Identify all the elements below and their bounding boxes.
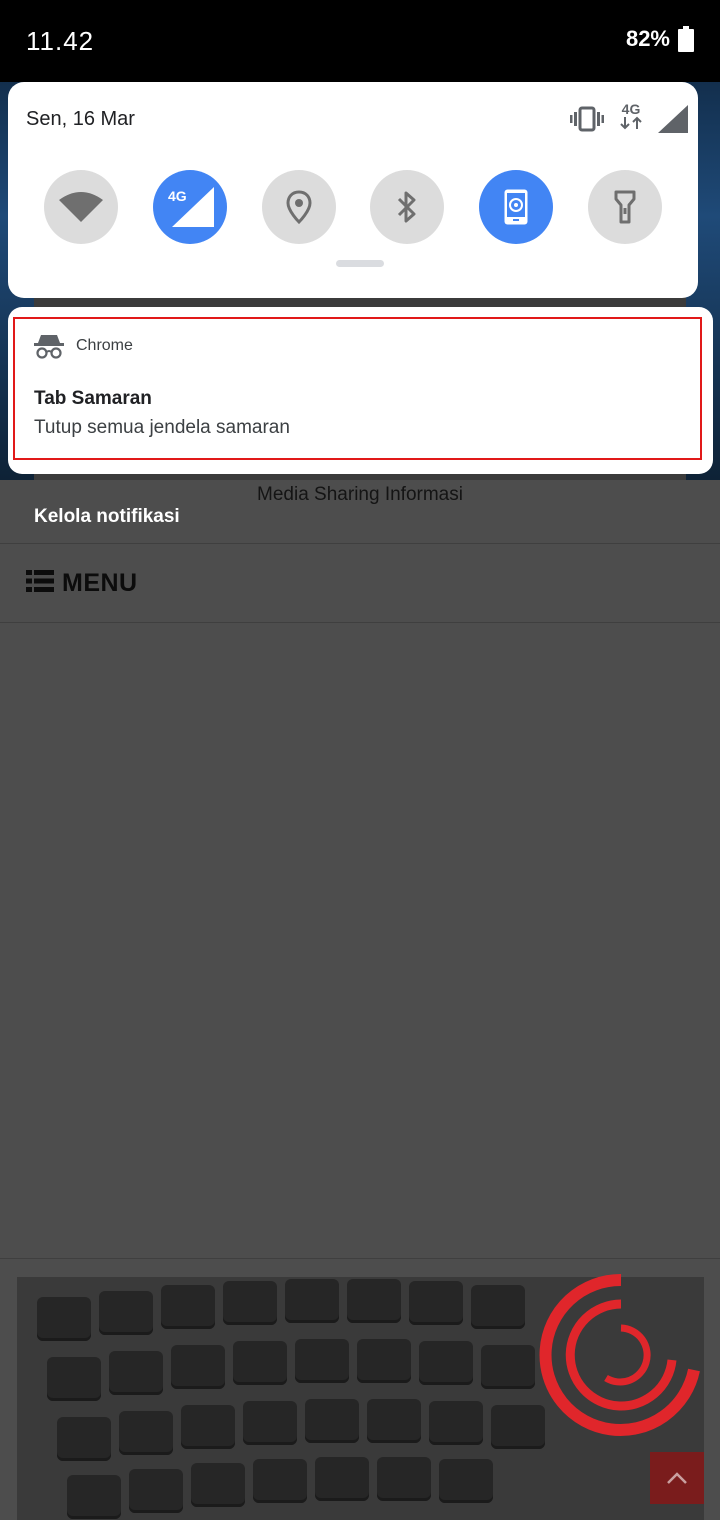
qs-date[interactable]: Sen, 16 Mar — [26, 108, 135, 131]
chevron-up-icon — [667, 1472, 687, 1484]
notification-app-name: Chrome — [76, 337, 133, 354]
divider — [0, 543, 720, 544]
qs-status-icons: 4G — [570, 102, 688, 135]
list-menu-icon — [26, 569, 54, 597]
notification-header: Chrome — [34, 333, 133, 359]
divider — [0, 1258, 720, 1259]
mobile-data-tile[interactable]: 4G — [152, 170, 227, 244]
svg-text:4G: 4G — [168, 188, 187, 204]
manage-notifications-button[interactable]: Kelola notifikasi — [34, 506, 180, 528]
vibrate-icon — [570, 106, 604, 131]
site-tagline: Media Sharing Informasi — [257, 484, 463, 505]
quick-settings-tiles: 4G — [44, 170, 662, 244]
network-type-label: 4G — [621, 101, 641, 117]
location-tile[interactable] — [261, 170, 336, 244]
bluetooth-icon — [398, 191, 416, 223]
qs-drag-handle[interactable] — [336, 260, 384, 267]
mobile-data-arrows-icon: 4G — [618, 102, 644, 135]
location-pin-icon — [286, 190, 312, 224]
status-time: 11.42 — [26, 26, 95, 56]
notification-text: Tutup semua jendela samaran — [34, 417, 290, 438]
battery-percent: 82% — [625, 26, 670, 51]
battery-full-icon — [678, 26, 694, 52]
bluetooth-tile[interactable] — [370, 170, 445, 244]
site-logo-icon — [539, 1273, 700, 1436]
quick-settings-panel: Sen, 16 Mar 4G 4G — [8, 82, 698, 298]
scroll-to-top-button[interactable] — [650, 1452, 704, 1504]
wifi-icon — [59, 192, 103, 222]
menu-button[interactable]: MENU — [26, 566, 138, 600]
incognito-icon — [34, 335, 64, 359]
auto-rotate-tile[interactable] — [479, 170, 554, 244]
signal-icon — [658, 104, 688, 133]
flashlight-tile[interactable] — [587, 170, 662, 244]
divider — [0, 622, 720, 623]
flashlight-icon — [614, 190, 636, 224]
status-bar: 11.42 82% — [0, 0, 720, 82]
chrome-incognito-notification[interactable]: Chrome Tab Samaran Tutup semua jendela s… — [8, 307, 713, 474]
auto-rotate-icon — [504, 189, 528, 225]
status-right-group: 82% — [626, 26, 694, 52]
mobile-data-4g-icon: 4G — [168, 187, 214, 227]
notification-title: Tab Samaran — [34, 388, 152, 409]
menu-label: MENU — [62, 568, 138, 597]
wifi-tile[interactable] — [44, 170, 118, 244]
